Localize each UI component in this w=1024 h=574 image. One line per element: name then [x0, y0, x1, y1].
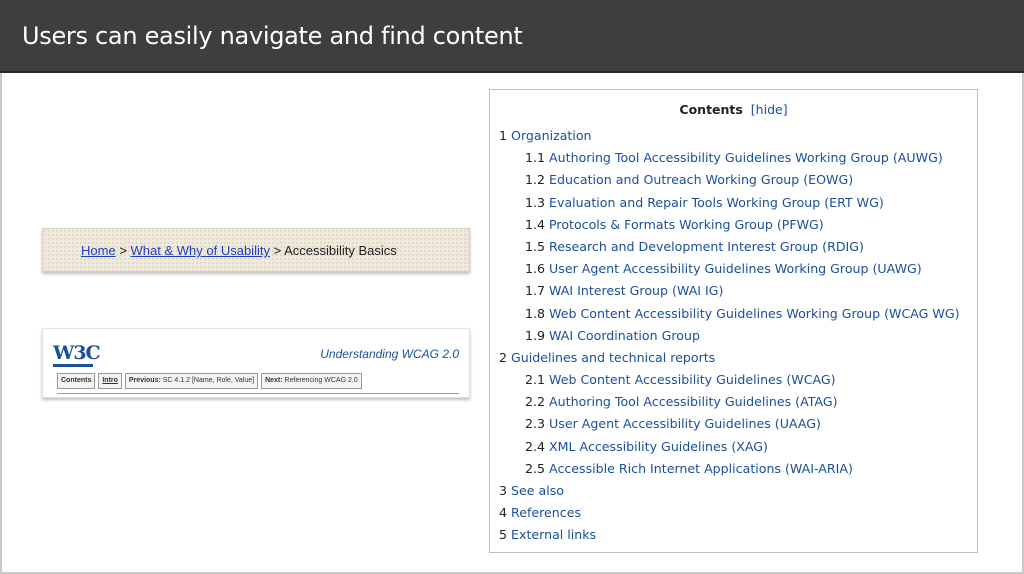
contents-item-link[interactable]: References [511, 505, 581, 520]
contents-header: Contents [hide] [490, 102, 977, 117]
contents-item[interactable]: 1.4 Protocols & Formats Working Group (P… [499, 214, 960, 236]
contents-item-link[interactable]: Guidelines and technical reports [511, 350, 715, 365]
breadcrumb-separator: > [273, 243, 282, 258]
contents-item[interactable]: 1.7 WAI Interest Group (WAI IG) [499, 280, 960, 302]
contents-item[interactable]: 1.2 Education and Outreach Working Group… [499, 169, 960, 191]
contents-item[interactable]: 1.8 Web Content Accessibility Guidelines… [499, 303, 960, 325]
contents-item-link[interactable]: WAI Coordination Group [549, 328, 700, 343]
contents-item[interactable]: 1.6 User Agent Accessibility Guidelines … [499, 258, 960, 280]
contents-hide-link[interactable]: [hide] [751, 102, 788, 117]
contents-item-link[interactable]: WAI Interest Group (WAI IG) [549, 283, 723, 298]
w3c-nav-next[interactable]: Next: Referencing WCAG 2.0 [261, 373, 362, 389]
breadcrumb-section-link[interactable]: What & Why of Usability [131, 243, 270, 258]
w3c-subtitle: Understanding WCAG 2.0 [320, 347, 459, 361]
contents-item[interactable]: 2.4 XML Accessibility Guidelines (XAG) [499, 436, 960, 458]
contents-item-link[interactable]: Web Content Accessibility Guidelines (WC… [549, 372, 836, 387]
contents-item-link[interactable]: Protocols & Formats Working Group (PFWG) [549, 217, 824, 232]
w3c-nav-previous[interactable]: Previous: SC 4.1.2 [Name, Role, Value] [124, 373, 259, 389]
w3c-nav-contents[interactable]: Contents [57, 373, 96, 389]
contents-item-number: 1.6 [525, 261, 546, 277]
contents-item-link[interactable]: Web Content Accessibility Guidelines Wor… [549, 306, 959, 321]
slide-header: Users can easily navigate and find conte… [0, 0, 1024, 73]
contents-item[interactable]: 1.5 Research and Development Interest Gr… [499, 236, 960, 258]
contents-list: 1 Organization 1.1 Authoring Tool Accessi… [499, 125, 960, 547]
contents-item-link[interactable]: Authoring Tool Accessibility Guidelines … [549, 394, 837, 409]
contents-item-link[interactable]: Research and Development Interest Group … [549, 239, 864, 254]
breadcrumb-current: Accessibility Basics [284, 243, 397, 258]
contents-item-link[interactable]: Organization [511, 128, 592, 143]
contents-box: Contents [hide] 1 Organization 1.1 Author… [489, 89, 978, 553]
contents-item-number: 4 [499, 505, 508, 521]
contents-item[interactable]: 4 References [499, 502, 960, 524]
contents-item[interactable]: 5 External links [499, 524, 960, 546]
w3c-navigation-screenshot: W3C Understanding WCAG 2.0 Contents Intr… [42, 328, 470, 398]
contents-item[interactable]: 1.3 Evaluation and Repair Tools Working … [499, 192, 960, 214]
breadcrumb: Home > What & Why of Usability > Accessi… [42, 228, 470, 272]
contents-item[interactable]: 1.9 WAI Coordination Group [499, 325, 960, 347]
contents-item[interactable]: 2 Guidelines and technical reports [499, 347, 960, 369]
frame-edge-left [0, 73, 2, 574]
contents-item-number: 1.5 [525, 238, 546, 254]
contents-item-link[interactable]: XML Accessibility Guidelines (XAG) [549, 439, 768, 454]
contents-item-link[interactable]: Evaluation and Repair Tools Working Grou… [549, 195, 884, 210]
contents-item[interactable]: 1 Organization [499, 125, 960, 147]
contents-item-number: 1.8 [525, 305, 546, 321]
contents-item-number: 1 [499, 128, 508, 143]
w3c-nav-bar: Contents Intro Previous: SC 4.1.2 [Name,… [57, 373, 362, 389]
contents-item-number: 5 [499, 527, 508, 543]
contents-item-number: 3 [499, 483, 508, 498]
contents-item-link[interactable]: Accessible Rich Internet Applications (W… [549, 461, 853, 476]
contents-item[interactable]: 2.2 Authoring Tool Accessibility Guideli… [499, 391, 960, 413]
contents-item[interactable]: 3 See also [499, 480, 960, 502]
contents-item-number: 1.7 [525, 283, 546, 299]
contents-item[interactable]: 1.1 Authoring Tool Accessibility Guideli… [499, 147, 960, 169]
contents-item[interactable]: 2.5 Accessible Rich Internet Application… [499, 458, 960, 480]
contents-item-number: 2 [499, 349, 508, 365]
contents-item-link[interactable]: User Agent Accessibility Guidelines Work… [549, 261, 922, 276]
contents-item[interactable]: 2.1 Web Content Accessibility Guidelines… [499, 369, 960, 391]
contents-item-number: 2.5 [525, 460, 546, 476]
contents-item-number: 1.1 [525, 150, 546, 166]
breadcrumb-home-link[interactable]: Home [81, 243, 116, 258]
contents-item-number: 1.4 [525, 216, 546, 232]
contents-item-link[interactable]: Authoring Tool Accessibility Guidelines … [549, 150, 943, 165]
contents-item[interactable]: 2.3 User Agent Accessibility Guidelines … [499, 413, 960, 435]
contents-item-number: 2.2 [525, 394, 546, 410]
contents-title: Contents [679, 102, 743, 117]
contents-item-number: 1.9 [525, 327, 546, 343]
contents-item-number: 2.4 [525, 438, 546, 454]
contents-item-link[interactable]: User Agent Accessibility Guidelines (UAA… [549, 416, 821, 431]
w3c-divider [57, 393, 459, 394]
contents-item-number: 2.3 [525, 416, 546, 432]
contents-item-link[interactable]: See also [511, 483, 564, 498]
contents-item-link[interactable]: External links [511, 527, 596, 542]
w3c-logo-underline [53, 364, 93, 367]
contents-item-number: 1.3 [525, 194, 546, 210]
slide-title: Users can easily navigate and find conte… [22, 22, 523, 50]
breadcrumb-separator: > [119, 243, 127, 258]
contents-item-number: 2.1 [525, 372, 546, 388]
contents-item-link[interactable]: Education and Outreach Working Group (EO… [549, 172, 853, 187]
w3c-nav-intro[interactable]: Intro [98, 373, 122, 389]
contents-item-number: 1.2 [525, 172, 546, 188]
w3c-logo[interactable]: W3C [53, 341, 101, 365]
